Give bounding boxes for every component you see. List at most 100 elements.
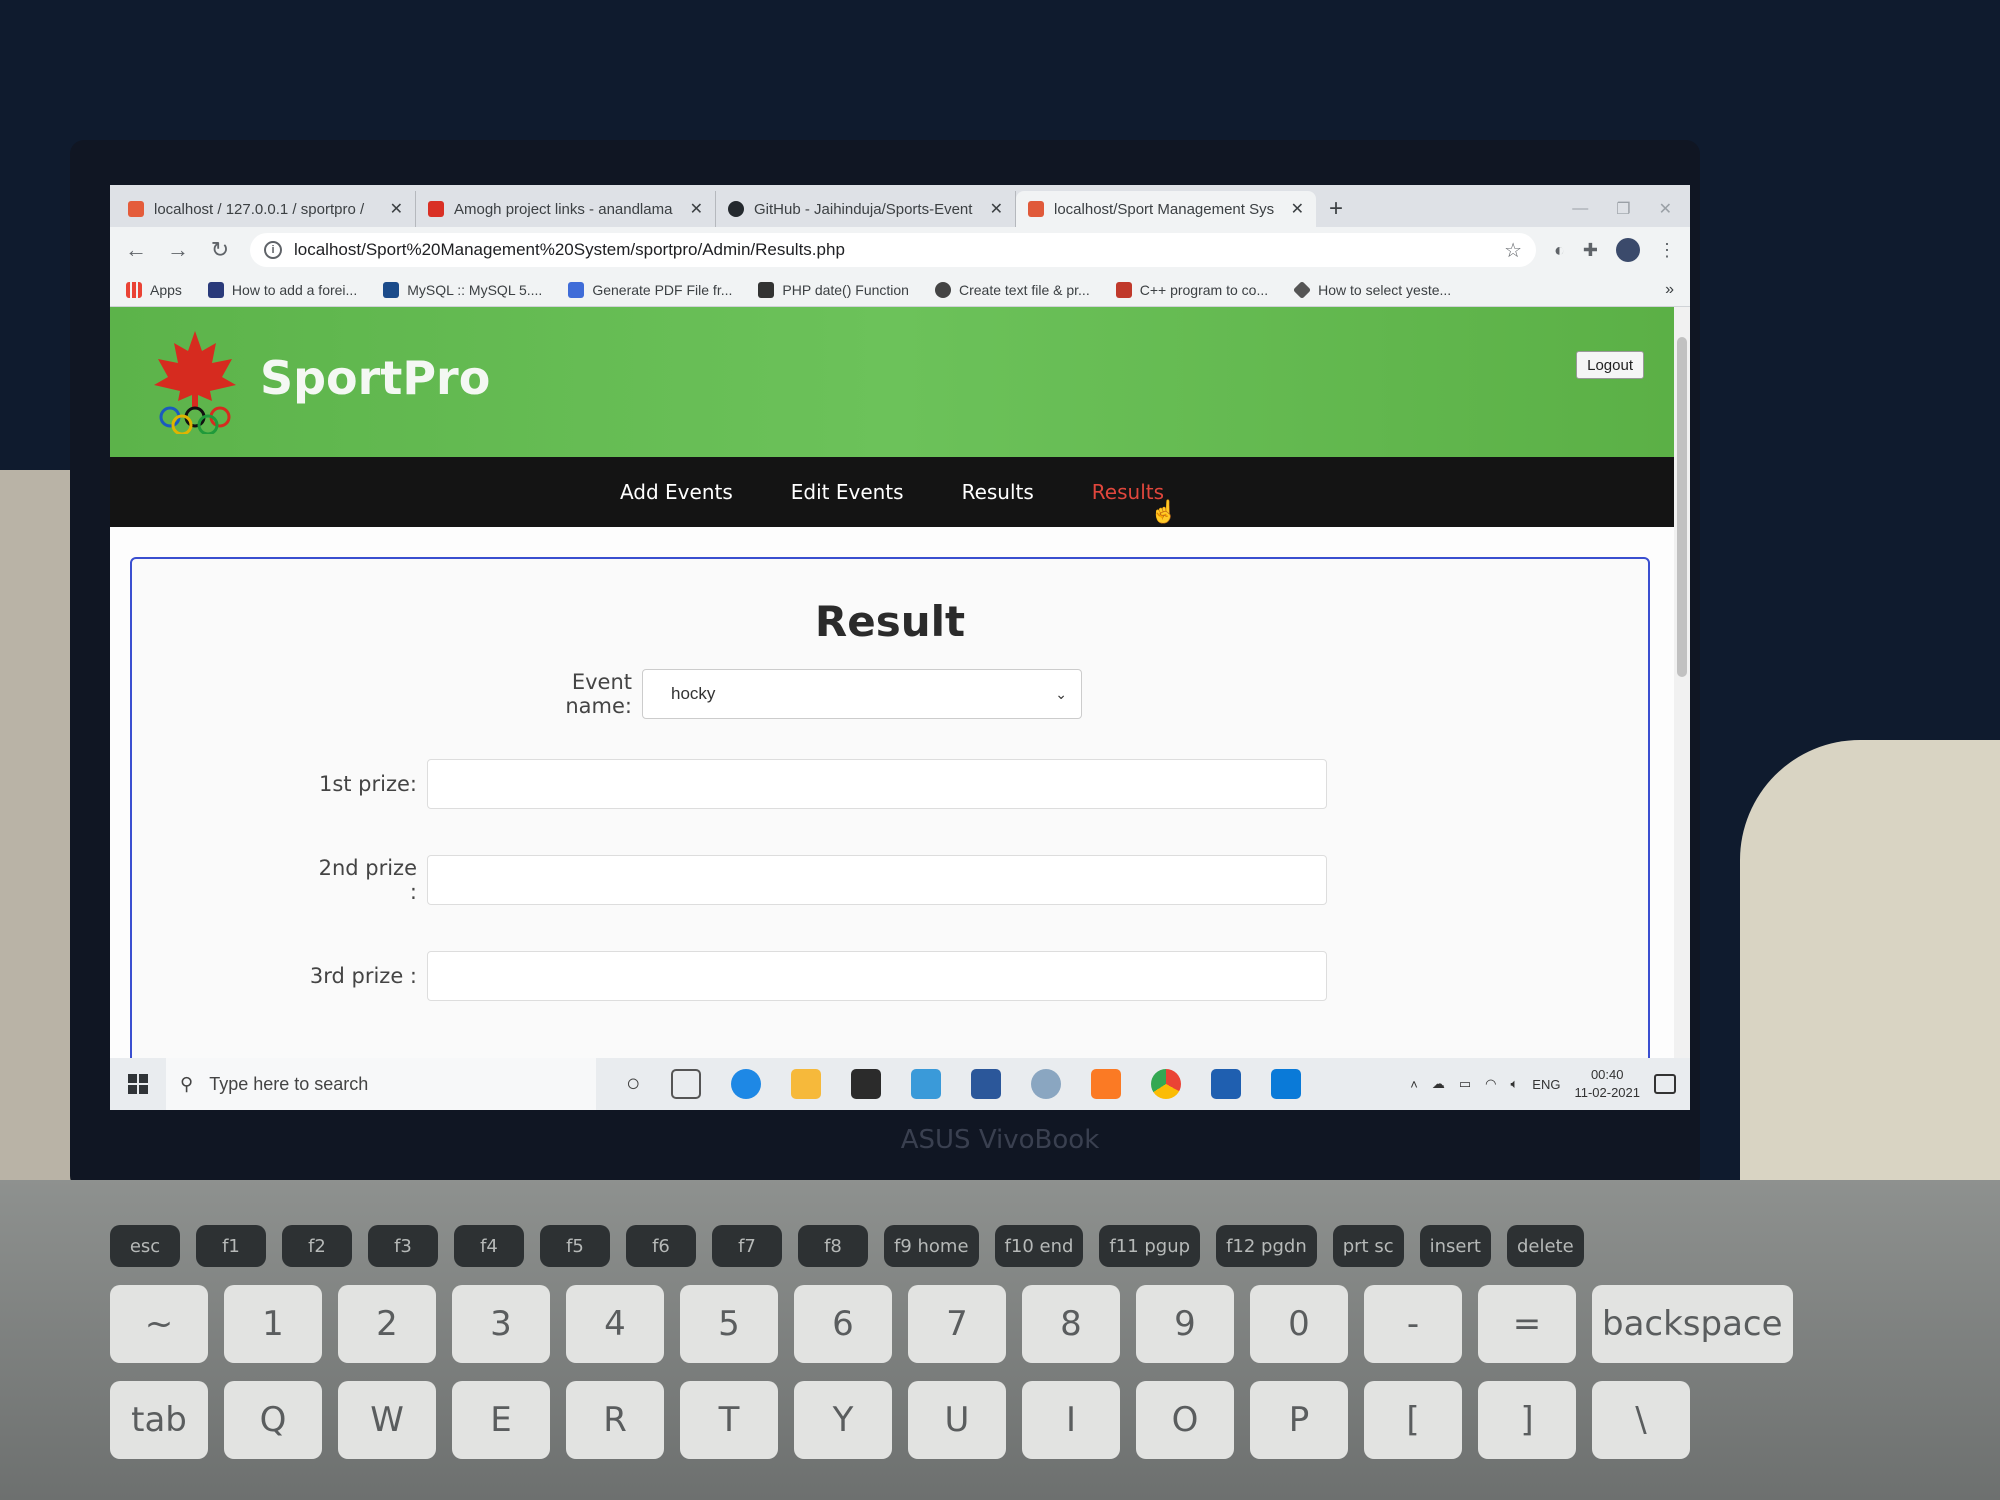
powershell-icon[interactable] xyxy=(1210,1069,1241,1099)
tab-title: GitHub - Jaihinduja/Sports-Event xyxy=(754,200,973,218)
nav-add-events[interactable]: Add Events xyxy=(620,480,733,504)
bookmarks-overflow-button[interactable]: » xyxy=(1665,281,1674,299)
paint-icon[interactable] xyxy=(1030,1069,1061,1099)
close-tab-icon[interactable]: ✕ xyxy=(1291,199,1304,219)
gmail-favicon-icon xyxy=(428,201,444,217)
close-tab-icon[interactable]: ✕ xyxy=(990,199,1003,219)
windows-taskbar: ⚲ Type here to search ○ ˄ ☁ ▭ ◠ 🔈︎ ENG 0… xyxy=(110,1058,1690,1110)
back-arrow-icon[interactable]: ← xyxy=(124,237,148,263)
bookmark-item[interactable]: PHP date() Function xyxy=(758,281,909,298)
bookmark-star-icon[interactable]: ☆ xyxy=(1504,238,1522,263)
keyboard-key: = xyxy=(1478,1285,1576,1363)
close-tab-icon[interactable]: ✕ xyxy=(690,199,703,219)
taskbar-search[interactable]: ⚲ Type here to search xyxy=(166,1058,596,1110)
windows-logo-icon xyxy=(128,1074,148,1094)
address-url[interactable]: localhost/Sport%20Management%20System/sp… xyxy=(294,240,1492,260)
page-scrollbar[interactable] xyxy=(1674,307,1690,1058)
puzzle-icon[interactable]: ✚ xyxy=(1583,240,1598,261)
nav-edit-events[interactable]: Edit Events xyxy=(791,480,904,504)
mail-icon[interactable] xyxy=(850,1069,881,1099)
browser-tab-github[interactable]: GitHub - Jaihinduja/Sports-Event ✕ xyxy=(716,191,1016,227)
volume-icon[interactable]: 🔈︎ xyxy=(1510,1076,1518,1092)
profile-avatar[interactable] xyxy=(1616,238,1640,262)
laptop-screen: localhost / 127.0.0.1 / sportpro / ✕ Amo… xyxy=(110,185,1690,1110)
keyboard-key: E xyxy=(452,1381,550,1459)
event-name-select[interactable]: hocky ⌄ xyxy=(642,669,1082,719)
keyboard-key: Q xyxy=(224,1381,322,1459)
bookmark-favicon-icon xyxy=(1115,281,1132,298)
bookmark-item[interactable]: Create text file & pr... xyxy=(934,281,1090,298)
third-prize-row: 3rd prize : xyxy=(307,951,1327,1001)
logout-button[interactable]: Logout xyxy=(1576,351,1644,379)
pdf-favicon-icon xyxy=(568,281,585,298)
scrollbar-thumb[interactable] xyxy=(1677,337,1687,677)
bookmark-label: C++ program to co... xyxy=(1139,281,1269,298)
third-prize-input[interactable] xyxy=(427,951,1327,1001)
bookmark-item[interactable]: Generate PDF File fr... xyxy=(568,281,732,298)
chrome-icon[interactable] xyxy=(1150,1069,1181,1099)
minimize-icon[interactable]: — xyxy=(1572,200,1588,218)
keyboard-key: ] xyxy=(1478,1381,1576,1459)
file-explorer-icon[interactable] xyxy=(790,1069,821,1099)
keyboard-key: tab xyxy=(110,1381,208,1459)
bookmark-item[interactable]: C++ program to co... xyxy=(1115,281,1269,298)
keyboard-key: f6 xyxy=(626,1225,696,1267)
language-indicator[interactable]: ENG xyxy=(1532,1077,1560,1092)
page-title: Result xyxy=(814,597,966,646)
keyboard: esc f1 f2 f3 f4 f5 f6 f7 f8 f9 home f10 end f11 pgu… xyxy=(110,1225,1860,1477)
keyboard-key: T xyxy=(680,1381,778,1459)
forward-arrow-icon[interactable]: → xyxy=(166,237,190,263)
start-button[interactable] xyxy=(110,1058,166,1110)
keyboard-key: f9 home xyxy=(884,1225,979,1267)
new-tab-button[interactable]: + xyxy=(1316,191,1356,227)
maximize-icon[interactable]: ❐ xyxy=(1616,199,1630,219)
browser-tab-phpmyadmin[interactable]: localhost / 127.0.0.1 / sportpro / ✕ xyxy=(116,191,416,227)
browser-tab-sport-management[interactable]: localhost/Sport Management Sys ✕ xyxy=(1016,191,1316,227)
bookmark-label: How to select yeste... xyxy=(1318,281,1452,298)
site-title: SportPro xyxy=(260,351,491,405)
vscode-icon[interactable] xyxy=(1270,1069,1301,1099)
first-prize-input[interactable] xyxy=(427,759,1327,809)
keyboard-key: f2 xyxy=(282,1225,352,1267)
chevron-down-icon: ⌄ xyxy=(1055,685,1067,702)
window-controls: — ❐ ✕ xyxy=(1572,191,1690,227)
edge-icon[interactable] xyxy=(730,1069,761,1099)
taskbar-clock[interactable]: 00:40 11-02-2021 xyxy=(1574,1066,1640,1102)
cloud-icon[interactable]: ☁ xyxy=(1432,1076,1445,1092)
battery-icon[interactable]: ▭ xyxy=(1459,1076,1471,1092)
phpmyadmin-favicon-icon xyxy=(128,201,144,217)
extension-icon[interactable]: ◐ xyxy=(1554,240,1565,261)
close-window-icon[interactable]: ✕ xyxy=(1659,199,1672,219)
xampp-icon[interactable] xyxy=(1090,1069,1121,1099)
notification-icon[interactable] xyxy=(1654,1074,1676,1094)
keyboard-key: P xyxy=(1250,1381,1348,1459)
close-tab-icon[interactable]: ✕ xyxy=(390,199,403,219)
word-icon[interactable] xyxy=(970,1069,1001,1099)
w3schools-favicon-icon xyxy=(758,281,775,298)
cortana-icon[interactable]: ○ xyxy=(626,1070,641,1098)
keyboard-key: Y xyxy=(794,1381,892,1459)
task-view-icon[interactable] xyxy=(670,1069,701,1099)
bookmarks-bar: Apps How to add a forei... MySQL :: MySQ… xyxy=(110,273,1690,307)
chevron-up-icon[interactable]: ˄ xyxy=(1410,1077,1418,1092)
bookmark-item[interactable]: MySQL :: MySQL 5.... xyxy=(383,281,542,298)
address-bar[interactable]: i localhost/Sport%20Management%20System/… xyxy=(250,233,1537,267)
reload-icon[interactable]: ↻ xyxy=(208,237,232,263)
nav-results[interactable]: Results xyxy=(962,480,1034,504)
second-prize-input[interactable] xyxy=(427,855,1327,905)
clock-time: 00:40 xyxy=(1590,1067,1624,1082)
keyboard-key: esc xyxy=(110,1225,180,1267)
wifi-icon[interactable]: ◠ xyxy=(1485,1076,1496,1092)
bookmark-item[interactable]: How to select yeste... xyxy=(1293,280,1452,299)
menu-dots-icon[interactable]: ⋮ xyxy=(1658,240,1676,261)
browser-tab-gmail[interactable]: Amogh project links - anandlama ✕ xyxy=(416,191,716,227)
taskbar-apps: ○ xyxy=(596,1069,1301,1099)
site-info-icon[interactable]: i xyxy=(264,241,282,259)
photos-icon[interactable] xyxy=(910,1069,941,1099)
keyboard-key: - xyxy=(1364,1285,1462,1363)
keyboard-key: [ xyxy=(1364,1381,1462,1459)
bookmark-item[interactable]: How to add a forei... xyxy=(207,281,357,298)
tab-title: localhost/Sport Management Sys xyxy=(1054,200,1275,218)
bookmark-apps[interactable]: Apps xyxy=(126,281,182,298)
second-prize-row: 2nd prize : xyxy=(307,855,1327,905)
